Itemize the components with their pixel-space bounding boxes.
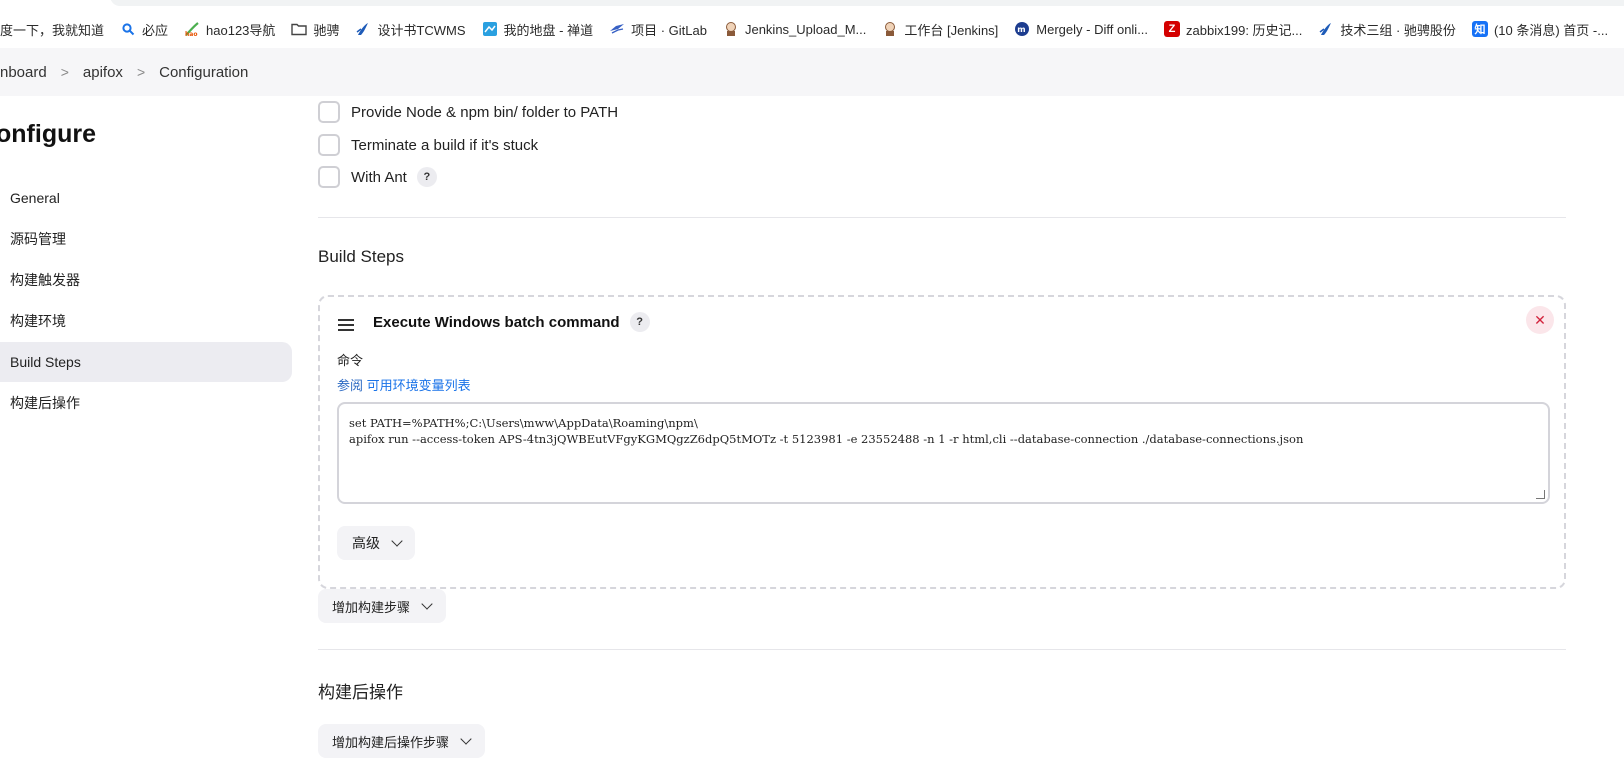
chevron-down-icon (421, 598, 433, 610)
bookmark-baidu[interactable]: 度一下，我就知道 (0, 15, 112, 43)
section-divider (318, 217, 1566, 218)
env-vars-link[interactable]: 可用环境变量列表 (367, 378, 471, 393)
svg-text:m: m (1017, 25, 1025, 34)
option-label: Terminate a build if it's stuck (351, 136, 539, 154)
bookmark-label: hao123导航 (206, 22, 276, 38)
chevron-right-icon: > (60, 64, 69, 80)
option-provide-node: Provide Node & npm bin/ folder to PATH (318, 100, 618, 124)
help-icon[interactable]: ? (416, 167, 437, 187)
sidebar-item-general[interactable]: General (0, 178, 292, 218)
bookmark-tcwms[interactable]: 设计书TCWMS (347, 15, 473, 43)
bookmark-label: 度一下，我就知道 (0, 22, 105, 38)
resize-handle-icon[interactable] (1536, 490, 1545, 499)
command-text: set PATH=%PATH%;C:\Users\mww\AppData\Roa… (349, 416, 1304, 446)
section-divider (318, 649, 1566, 650)
drag-handle-icon[interactable] (338, 319, 354, 331)
page-title: onfigure (0, 120, 96, 148)
zhihu-icon: 知 (1471, 21, 1488, 37)
advanced-label: 高级 (352, 535, 380, 551)
build-step-title: Execute Windows batch command (373, 313, 620, 331)
search-icon (120, 21, 136, 37)
bookmark-jenkins-upload[interactable]: Jenkins_Upload_M... (715, 15, 874, 43)
option-label: With Ant (351, 168, 407, 186)
add-post-build-button[interactable]: 增加构建后操作步骤 (318, 724, 486, 758)
bookmark-tech-team[interactable]: 技术三组 · 驰骋股份 (1310, 15, 1464, 43)
sidebar-item-build-steps[interactable]: Build Steps (0, 342, 292, 382)
option-with-ant: With Ant ? (318, 165, 437, 189)
logo-icon (1318, 21, 1334, 37)
bookmark-label: 我的地盘 - 禅道 (503, 22, 594, 38)
breadcrumb-configuration[interactable]: Configuration (159, 64, 248, 81)
bookmark-label: 驰骋 (313, 22, 340, 38)
build-step-title-row: Execute Windows batch command ? (373, 312, 650, 332)
add-build-step-button[interactable]: 增加构建步骤 (318, 589, 447, 623)
see-prefix: 参阅 (337, 378, 364, 393)
terminate-stuck-checkbox[interactable] (318, 134, 340, 156)
env-vars-hint: 参阅 可用环境变量列表 (337, 375, 471, 394)
bookmark-zhihu[interactable]: 知 (10 条消息) 首页 -... (1464, 15, 1616, 43)
advanced-button[interactable]: 高级 (337, 526, 415, 560)
bookmark-label: 技术三组 · 驰骋股份 (1340, 22, 1456, 38)
build-steps-heading: Build Steps (318, 247, 404, 266)
bookmark-label: Jenkins_Upload_M... (744, 21, 867, 37)
build-step-card: Execute Windows batch command ? ✕ 命令 参阅 … (318, 295, 1566, 589)
cloud-drive-icon (482, 21, 498, 37)
folder-icon (291, 21, 308, 37)
sidebar-item-post-build[interactable]: 构建后操作 (0, 383, 292, 423)
zabbix-icon: Z (1164, 21, 1181, 37)
breadcrumb: nboard > apifox > Configuration (0, 48, 1624, 96)
bookmark-gitlab[interactable]: 项目 · GitLab (601, 15, 715, 43)
chevron-right-icon: > (136, 64, 146, 80)
bookmark-label: 项目 · GitLab (631, 22, 707, 38)
bookmark-mergely[interactable]: m Mergely - Diff onli... (1006, 15, 1156, 43)
add-build-step-label: 增加构建步骤 (332, 599, 411, 615)
bookmark-label: 设计书TCWMS (377, 22, 466, 38)
sidebar-item-build-environment[interactable]: 构建环境 (0, 301, 292, 341)
post-build-heading: 构建后操作 (318, 683, 403, 702)
svg-text:hao: hao (185, 31, 197, 37)
bookmark-label: 必应 (142, 22, 169, 38)
command-label: 命令 (337, 353, 364, 368)
bookmark-bing[interactable]: 必应 (112, 15, 176, 43)
provide-node-checkbox[interactable] (318, 101, 340, 123)
breadcrumb-dashboard[interactable]: nboard (0, 64, 47, 81)
bookmark-label: 工作台 [Jenkins] (904, 22, 999, 38)
jenkins-icon (882, 21, 898, 37)
logo-icon (355, 21, 371, 37)
add-post-build-label: 增加构建后操作步骤 (332, 734, 450, 750)
with-ant-checkbox[interactable] (318, 166, 340, 188)
address-bar-edge (110, 0, 1624, 6)
sidebar-nav: General 源码管理 构建触发器 构建环境 Build Steps 构建后操… (0, 178, 292, 424)
sidebar-item-build-triggers[interactable]: 构建触发器 (0, 260, 292, 300)
bookmark-label: (10 条消息) 首页 -... (1493, 22, 1609, 38)
mergely-icon: m (1014, 21, 1030, 37)
jenkins-icon (723, 21, 739, 37)
main-content: Provide Node & npm bin/ folder to PATH T… (318, 96, 1566, 782)
bookmark-jenkins-workspace[interactable]: 工作台 [Jenkins] (874, 15, 1006, 43)
sidebar-item-source-control[interactable]: 源码管理 (0, 219, 292, 259)
breadcrumb-apifox[interactable]: apifox (83, 64, 123, 81)
browser-top-strip (0, 0, 1624, 10)
close-icon[interactable]: ✕ (1526, 306, 1554, 334)
bookmark-chicheng-folder[interactable]: 驰骋 (283, 15, 347, 43)
chevron-down-icon (391, 535, 403, 547)
chevron-down-icon (460, 733, 472, 745)
bookmark-zentao[interactable]: 我的地盘 - 禅道 (474, 15, 602, 43)
hao123-icon: hao (184, 21, 200, 37)
option-label: Provide Node & npm bin/ folder to PATH (351, 103, 619, 121)
command-textarea[interactable]: set PATH=%PATH%;C:\Users\mww\AppData\Roa… (337, 402, 1550, 504)
option-terminate-stuck: Terminate a build if it's stuck (318, 133, 538, 157)
bookmark-zabbix[interactable]: Zzabbix199: 历史记... (1156, 15, 1310, 43)
bookmarks-bar: 度一下，我就知道 必应 hao hao123导航 驰骋 设计书TCWMS 我的地盘… (0, 10, 1624, 48)
bookmark-label: zabbix199: 历史记... (1186, 22, 1303, 38)
sidebar: onfigure General 源码管理 构建触发器 构建环境 Build S… (0, 96, 300, 782)
help-icon[interactable]: ? (629, 312, 650, 332)
gitlab-icon (609, 21, 625, 37)
bookmark-label: Mergely - Diff onli... (1036, 21, 1149, 37)
bookmark-hao123[interactable]: hao hao123导航 (176, 15, 283, 43)
